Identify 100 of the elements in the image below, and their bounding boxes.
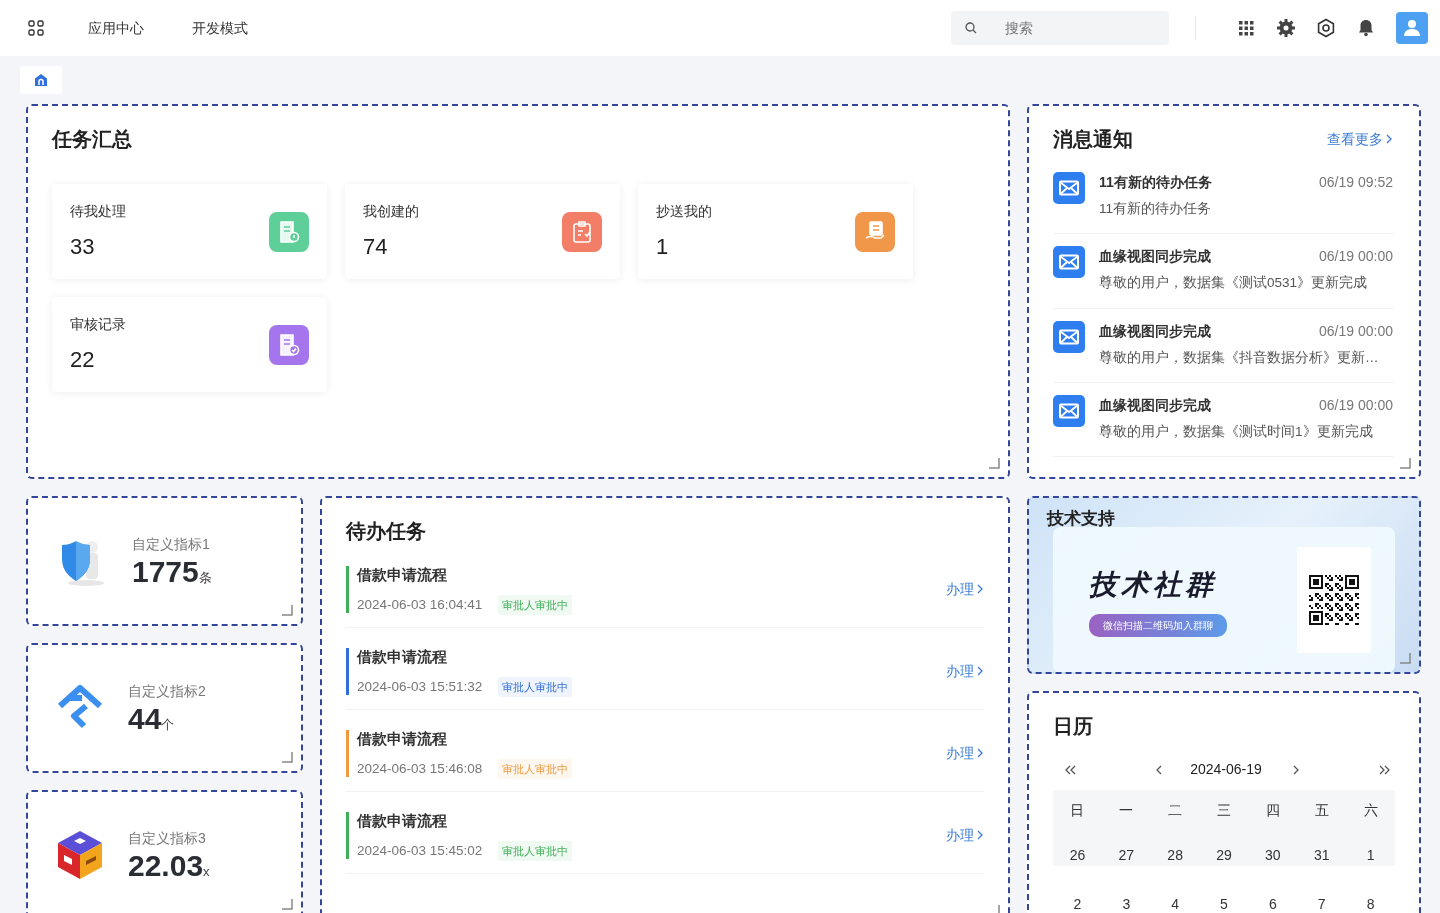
- notification-time: 06/19 09:52: [1319, 173, 1393, 192]
- calendar-day[interactable]: 26: [1069, 847, 1086, 863]
- weekday-label: 六: [1363, 802, 1378, 818]
- handle-link[interactable]: 办理: [946, 661, 984, 682]
- task-time: 2024-06-03 15:46:08: [357, 759, 483, 778]
- nav-link[interactable]: 开发模式: [192, 17, 248, 39]
- task-title[interactable]: 借款申请流程: [357, 646, 573, 669]
- qr-code-icon: [1309, 575, 1359, 625]
- notification-title[interactable]: 血缘视图同步完成: [1099, 246, 1211, 268]
- settings-icon[interactable]: [1316, 18, 1336, 38]
- calendar-date: 2024-06-19: [1190, 760, 1262, 779]
- stat-card[interactable]: 抄送我的 1: [638, 184, 913, 279]
- metric-value: 44个: [128, 702, 176, 735]
- stat-label: 抄送我的: [656, 201, 712, 221]
- stat-value: 33: [70, 232, 96, 261]
- grid-icon[interactable]: [1236, 18, 1256, 38]
- weekday-label: 四: [1265, 802, 1280, 818]
- calendar-day[interactable]: 28: [1167, 847, 1183, 863]
- chevron-right-icon: [977, 584, 984, 594]
- notification-time: 06/19 00:00: [1319, 247, 1393, 267]
- calendar-day[interactable]: 31: [1313, 847, 1330, 863]
- stat-value: 1: [656, 232, 670, 261]
- chevron-right-icon: [977, 666, 984, 676]
- double-chevron-right-icon: [1379, 764, 1391, 775]
- calendar-day[interactable]: 5: [1220, 896, 1228, 912]
- metric-value: 22.03x: [128, 849, 210, 882]
- status-tag: 审批人审批中: [498, 676, 573, 697]
- calendar-day[interactable]: 1: [1366, 847, 1375, 863]
- task-title[interactable]: 借款申请流程: [357, 728, 573, 751]
- stat-value: 22: [70, 345, 96, 374]
- weekday-label: 二: [1168, 802, 1183, 818]
- task-time: 2024-06-03 15:51:32: [357, 677, 483, 696]
- calendar-day[interactable]: 6: [1268, 896, 1277, 912]
- calendar-day[interactable]: 29: [1216, 847, 1232, 863]
- join-group-button[interactable]: 微信扫描二维码加入群聊: [1089, 613, 1227, 637]
- handle-link[interactable]: 办理: [946, 825, 984, 846]
- chevron-right-icon: [1386, 133, 1393, 144]
- panel-title: 日历: [1052, 714, 1094, 739]
- calendar-day[interactable]: 3: [1122, 896, 1131, 912]
- weekday-label: 一: [1119, 802, 1134, 818]
- gear-icon[interactable]: [1276, 18, 1296, 38]
- metric-value: 1775条: [132, 555, 212, 588]
- panel-title: 消息通知: [1053, 127, 1133, 152]
- task-time: 2024-06-03 15:45:02: [357, 841, 483, 860]
- metric-label: 自定义指标1: [132, 535, 211, 554]
- apps-icon[interactable]: [28, 20, 44, 36]
- panel-title: 任务汇总: [52, 127, 133, 152]
- chevron-right-icon: [1292, 764, 1300, 775]
- community-banner[interactable]: 技术社群 微信扫描二维码加入群聊: [1053, 527, 1395, 672]
- notification-text: 尊敬的用户，数据集《抖音数据分析》更新…: [1099, 348, 1380, 367]
- notification-text: 尊敬的用户，数据集《测试时间1》更新完成: [1099, 422, 1374, 441]
- search-field[interactable]: 搜索: [951, 11, 1169, 45]
- mail-icon: [1053, 172, 1085, 204]
- bell-icon[interactable]: [1356, 18, 1376, 38]
- notification-title[interactable]: 11有新的待办任务: [1099, 172, 1212, 193]
- view-more-link[interactable]: 查看更多: [1327, 128, 1393, 150]
- home-tab[interactable]: [20, 66, 62, 94]
- nav-link[interactable]: 应用中心: [88, 17, 144, 39]
- notification-time: 06/19 00:00: [1319, 321, 1393, 341]
- panel-title: 待办任务: [346, 519, 427, 544]
- chevron-right-icon: [977, 748, 984, 758]
- calendar-day[interactable]: 27: [1118, 847, 1135, 863]
- chevron-right-icon: [977, 830, 984, 840]
- double-chevron-left-icon: [1064, 764, 1076, 775]
- stat-card[interactable]: 待我处理 33: [52, 184, 327, 279]
- mail-icon: [1053, 394, 1085, 427]
- stat-card[interactable]: 审核记录 22: [52, 297, 327, 392]
- handle-link[interactable]: 办理: [946, 743, 984, 764]
- notification-title[interactable]: 血缘视图同步完成: [1099, 394, 1211, 416]
- stat-label: 待我处理: [70, 201, 126, 221]
- notification-text: 11有新的待办任务: [1099, 200, 1212, 218]
- calendar-day[interactable]: 2: [1073, 896, 1082, 912]
- task-title[interactable]: 借款申请流程: [357, 810, 573, 833]
- banner-title: 技术社群: [1089, 567, 1218, 602]
- notification-text: 尊敬的用户，数据集《测试0531》更新完成: [1099, 274, 1369, 293]
- weekday-label: 三: [1217, 802, 1231, 818]
- status-tag: 审批人审批中: [498, 594, 573, 615]
- stat-label: 审核记录: [70, 314, 126, 334]
- calendar-day[interactable]: 8: [1366, 896, 1375, 912]
- status-tag: 审批人审批中: [498, 840, 573, 861]
- stat-value: 74: [363, 232, 389, 261]
- metric-label: 自定义指标2: [128, 682, 206, 701]
- user-avatar[interactable]: [1396, 12, 1428, 44]
- task-time: 2024-06-03 16:04:41: [357, 595, 483, 614]
- stat-card[interactable]: 我创建的 74: [345, 184, 620, 279]
- calendar-day[interactable]: 4: [1171, 896, 1180, 912]
- weekday-label: 五: [1314, 802, 1329, 818]
- weekday-label: 日: [1070, 802, 1085, 818]
- search-icon: [965, 22, 977, 34]
- calendar-day[interactable]: 30: [1265, 847, 1281, 863]
- status-tag: 审批人审批中: [498, 758, 573, 779]
- person-icon: [1403, 19, 1421, 37]
- handle-link[interactable]: 办理: [946, 579, 984, 600]
- notification-title[interactable]: 血缘视图同步完成: [1099, 320, 1211, 342]
- chevron-left-icon: [1155, 764, 1163, 775]
- metric-label: 自定义指标3: [128, 829, 207, 848]
- home-icon: [34, 73, 48, 87]
- task-title[interactable]: 借款申请流程: [357, 564, 573, 587]
- mail-icon: [1053, 246, 1085, 279]
- calendar-day[interactable]: 7: [1317, 896, 1326, 912]
